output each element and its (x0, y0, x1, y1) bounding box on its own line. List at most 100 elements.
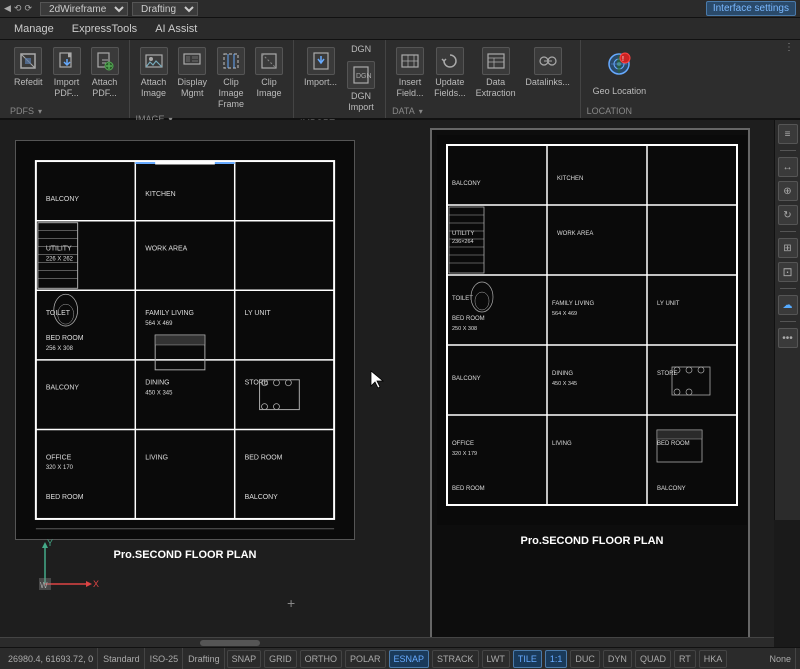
data-extraction-label: DataExtraction (476, 77, 516, 99)
dgn-import-icon: DGN (347, 61, 375, 89)
dgn-import-label: DGNImport (348, 91, 374, 113)
clip-frame-icon (217, 47, 245, 75)
svg-text:BALCONY: BALCONY (46, 196, 80, 203)
duc-btn[interactable]: DUC (570, 650, 600, 668)
svg-text:BED ROOM: BED ROOM (452, 316, 485, 322)
refedit-button[interactable]: Refedit (10, 44, 47, 91)
toolbar-properties-btn[interactable]: ⊡ (778, 262, 798, 282)
clip-image-frame-button[interactable]: ClipImageFrame (213, 44, 249, 112)
toolbar-layers-btn[interactable]: ⊞ (778, 238, 798, 258)
refedit-icon (14, 47, 42, 75)
toolbar-orbit-btn[interactable]: ↻ (778, 205, 798, 225)
svg-text:BALCONY: BALCONY (245, 494, 279, 501)
data-extraction-button[interactable]: DataExtraction (472, 44, 520, 102)
datalinks-icon (534, 47, 562, 75)
status-bar: 26980.4, 61693.72, 0 Standard ISO-25 Dra… (0, 647, 800, 669)
update-fields-button[interactable]: UpdateFields... (430, 44, 470, 102)
import-pdf-button[interactable]: ImportPDF... (49, 44, 85, 102)
svg-text:WORK AREA: WORK AREA (557, 231, 593, 237)
clip-image-button[interactable]: ClipImage (251, 44, 287, 102)
attach-pdf-button[interactable]: AttachPDF... (87, 44, 123, 102)
update-fields-label: UpdateFields... (434, 77, 466, 99)
coordinates: 26980.4, 61693.72, 0 (4, 648, 98, 669)
rt-btn[interactable]: RT (674, 650, 696, 668)
toolbar-separator-2 (780, 231, 796, 232)
strack-btn[interactable]: STRACK (432, 650, 479, 668)
workspace-label: Drafting (184, 648, 225, 669)
quad-btn[interactable]: QUAD (635, 650, 671, 668)
view-mode-selector[interactable]: 2dWireframe (40, 2, 128, 16)
menu-manage[interactable]: Manage (6, 21, 62, 37)
svg-text:DGN: DGN (356, 73, 371, 80)
clip-frame-label: ClipImageFrame (218, 77, 244, 109)
geo-location-button[interactable]: ! Geo Location (587, 44, 653, 100)
geo-location-label: Geo Location (593, 86, 647, 96)
toolbar-zoom-btn[interactable]: ⊕ (778, 181, 798, 201)
svg-text:BALCONY: BALCONY (452, 181, 481, 187)
menu-expresstools[interactable]: ExpressTools (64, 21, 145, 37)
scale-btn[interactable]: 1:1 (545, 650, 568, 668)
axis-indicator: Y X W (25, 534, 105, 597)
toolbar-cloud-btn[interactable]: ☁ (778, 295, 798, 315)
tile-btn[interactable]: TILE (513, 650, 542, 668)
svg-text:320 X 179: 320 X 179 (452, 451, 477, 457)
dgn-import-button[interactable]: DGN DGNImport (343, 58, 379, 116)
svg-text:226 X 262: 226 X 262 (46, 256, 74, 262)
scroll-thumb[interactable] (200, 640, 260, 646)
lwt-btn[interactable]: LWT (482, 650, 510, 668)
esnap-btn[interactable]: ESNAP (389, 650, 430, 668)
clip-image-icon (255, 47, 283, 75)
menu-bar: Manage ExpressTools AI Assist (0, 18, 800, 40)
ribbon: Refedit ImportPDF... AttachPDF... PDFS▾ (0, 40, 800, 120)
toolbar-pan-btn[interactable]: ↔ (778, 157, 798, 177)
attach-image-label: AttachImage (141, 77, 167, 99)
toolbar-separator-4 (780, 321, 796, 322)
svg-text:FAMILY LIVING: FAMILY LIVING (552, 301, 594, 307)
window-controls: ◀ ⟲ ⟳ (4, 3, 32, 14)
ribbon-group-location: ! Geo Location LOCATION (581, 40, 659, 118)
toolbar-more-btn[interactable]: ••• (778, 328, 798, 348)
svg-text:DINING: DINING (145, 380, 169, 387)
hka-btn[interactable]: HKA (699, 650, 728, 668)
import-buttons: Import... DGN DGN DGNImport (300, 44, 379, 116)
display-mgmt-button[interactable]: DisplayMgmt (174, 44, 212, 102)
nav-icon: ◀ (4, 3, 11, 14)
ortho-btn[interactable]: ORTHO (300, 650, 342, 668)
svg-text:BALCONY: BALCONY (46, 385, 80, 392)
attach-pdf-label: AttachPDF... (92, 77, 118, 99)
snap-btn[interactable]: SNAP (227, 650, 262, 668)
svg-text:!: ! (622, 56, 624, 63)
floor-plan-right: BALCONY KITCHEN UTILITY 236×264 WORK ARE… (437, 135, 747, 525)
svg-text:BALCONY: BALCONY (657, 486, 686, 492)
svg-text:LY UNIT: LY UNIT (657, 301, 680, 307)
svg-text:256 X 308: 256 X 308 (46, 346, 74, 352)
import-button[interactable]: Import... (300, 44, 341, 91)
datalinks-button[interactable]: Datalinks... (522, 44, 574, 91)
workspace-selector[interactable]: Drafting (132, 2, 198, 16)
svg-text:450 X 345: 450 X 345 (145, 391, 173, 397)
dyn-btn[interactable]: DYN (603, 650, 632, 668)
ribbon-group-image: AttachImage DisplayMgmt ClipImageFrame C… (130, 40, 295, 118)
ribbon-collapse-handle[interactable]: ⋮ (782, 40, 796, 118)
data-extraction-icon (482, 47, 510, 75)
horizontal-scrollbar[interactable] (0, 637, 774, 647)
svg-text:BED ROOM: BED ROOM (46, 494, 84, 501)
toolbar-menu-btn[interactable]: ≡ (778, 124, 798, 144)
grid-btn[interactable]: GRID (264, 650, 297, 668)
menu-aiassist[interactable]: AI Assist (147, 21, 205, 37)
svg-text:450 X 345: 450 X 345 (552, 381, 577, 387)
svg-text:250 X 308: 250 X 308 (452, 326, 477, 332)
attach-pdf-icon (91, 47, 119, 75)
canvas-area[interactable]: N BALCONY KITCHEN UTILITY 226 X 262 (0, 120, 774, 647)
plus-indicator: + (287, 595, 295, 611)
ribbon-group-data: InsertField... UpdateFields... DataExtra… (386, 40, 581, 118)
display-mgmt-icon (178, 47, 206, 75)
pdfs-group-label: PDFS▾ (10, 104, 42, 116)
polar-btn[interactable]: POLAR (345, 650, 386, 668)
insert-field-button[interactable]: InsertField... (392, 44, 428, 102)
data-group-label: DATA▾ (392, 104, 423, 116)
svg-text:BED ROOM: BED ROOM (657, 441, 690, 447)
interface-settings-button[interactable]: Interface settings (706, 1, 796, 16)
data-buttons: InsertField... UpdateFields... DataExtra… (392, 44, 574, 104)
attach-image-button[interactable]: AttachImage (136, 44, 172, 102)
